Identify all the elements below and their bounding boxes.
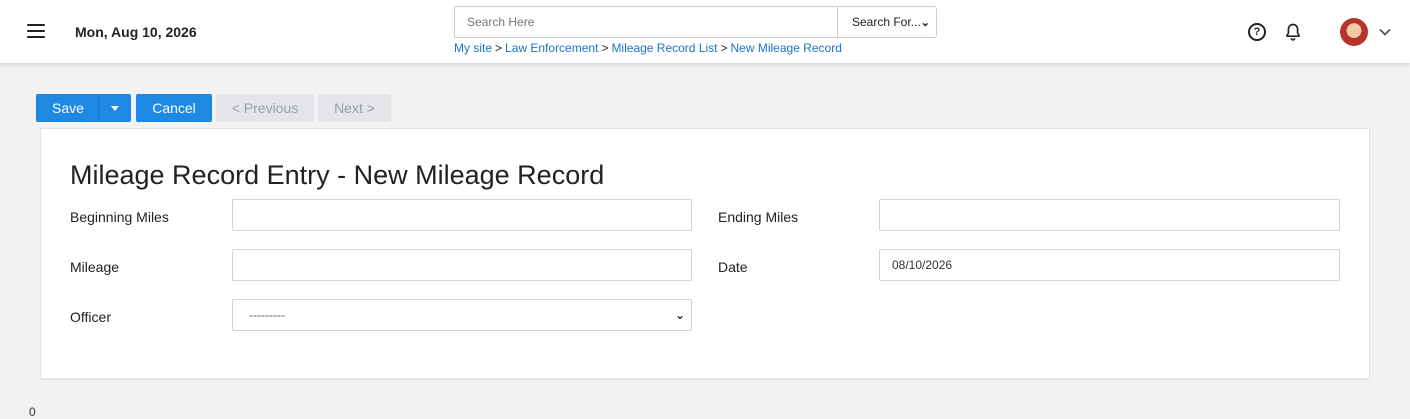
previous-button[interactable]: < Previous <box>216 94 314 122</box>
ending-miles-input[interactable] <box>879 199 1340 231</box>
action-toolbar: Save Cancel < Previous Next > <box>36 94 391 122</box>
date-input[interactable] <box>879 249 1340 281</box>
breadcrumb-separator: > <box>495 41 503 55</box>
search-for-select[interactable]: Search For... ⌄ <box>837 6 937 38</box>
avatar[interactable] <box>1340 18 1368 46</box>
breadcrumb-law-enforcement[interactable]: Law Enforcement <box>505 41 598 55</box>
bell-icon[interactable] <box>1283 22 1303 42</box>
breadcrumb-separator: > <box>601 41 609 55</box>
page-title: Mileage Record Entry - New Mileage Recor… <box>70 160 605 190</box>
beginning-miles-input[interactable] <box>232 199 692 231</box>
chevron-down-icon: ⌄ <box>674 308 685 322</box>
breadcrumb-separator: > <box>720 41 728 55</box>
officer-label: Officer <box>70 309 111 325</box>
breadcrumb-mileage-record-list[interactable]: Mileage Record List <box>611 41 717 55</box>
chevron-down-icon[interactable] <box>1378 26 1392 38</box>
save-options-dropdown[interactable] <box>98 94 131 122</box>
mileage-label: Mileage <box>70 259 120 275</box>
officer-select[interactable]: --------- ⌄ <box>232 299 692 331</box>
breadcrumb-new-mileage-record[interactable]: New Mileage Record <box>731 41 842 55</box>
current-date: Mon, Aug 10, 2026 <box>75 24 197 40</box>
breadcrumb: My site > Law Enforcement > Mileage Record L… <box>454 41 842 55</box>
menu-icon[interactable] <box>26 22 46 40</box>
cancel-button[interactable]: Cancel <box>136 94 212 122</box>
caret-down-icon <box>111 105 119 111</box>
search-for-select-value: Search For... <box>852 15 921 29</box>
help-icon[interactable]: ? <box>1248 23 1266 41</box>
breadcrumb-my-site[interactable]: My site <box>454 41 492 55</box>
save-button[interactable]: Save <box>36 94 98 122</box>
beginning-miles-label: Beginning Miles <box>70 209 169 225</box>
next-button[interactable]: Next > <box>318 94 391 122</box>
footer-text: 0 <box>29 405 36 419</box>
mileage-input[interactable] <box>232 249 692 281</box>
date-label: Date <box>718 259 748 275</box>
search-input[interactable] <box>454 6 838 38</box>
ending-miles-label: Ending Miles <box>718 209 799 225</box>
officer-select-value: --------- <box>249 308 285 322</box>
form-card: Mileage Record Entry - New Mileage Recor… <box>40 128 1370 379</box>
chevron-down-icon: ⌄ <box>920 16 930 29</box>
top-bar: Mon, Aug 10, 2026 Search For... ⌄ My sit… <box>0 0 1410 63</box>
